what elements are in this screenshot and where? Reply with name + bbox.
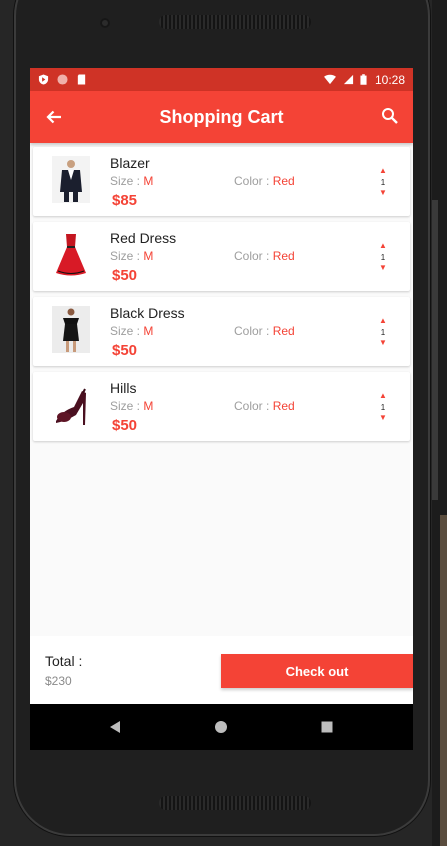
item-price: $85: [112, 192, 138, 209]
item-color: Color : Red: [234, 249, 295, 263]
recents-square-icon[interactable]: [321, 721, 333, 733]
wifi-icon: [324, 74, 336, 85]
circle-icon: [57, 74, 68, 85]
bottom-speaker: [159, 796, 311, 810]
decrease-qty-icon[interactable]: ▼: [379, 414, 387, 424]
cart-item[interactable]: Blazer Size : M Color : Red $85 ▲ 1 ▼: [33, 147, 410, 216]
cart-item[interactable]: Black Dress Size : M Color : Red $50 ▲ 1…: [33, 297, 410, 366]
item-name: Blazer: [110, 155, 150, 171]
shield-icon: [38, 74, 49, 85]
item-size: Size : M: [110, 249, 154, 263]
quantity-stepper: ▲ 1 ▼: [376, 242, 390, 282]
front-camera: [100, 18, 110, 28]
increase-qty-icon[interactable]: ▲: [379, 392, 387, 402]
increase-qty-icon[interactable]: ▲: [379, 317, 387, 327]
home-circle-icon[interactable]: [214, 720, 228, 734]
app-bar: Shopping Cart: [30, 91, 413, 143]
item-price: $50: [112, 267, 138, 284]
heels-image: [52, 381, 90, 428]
increase-qty-icon[interactable]: ▲: [379, 242, 387, 252]
search-icon[interactable]: [381, 107, 399, 125]
arrow-left-icon[interactable]: [45, 108, 63, 126]
blazer-image: [52, 156, 90, 203]
item-size: Size : M: [110, 174, 154, 188]
item-size: Size : M: [110, 399, 154, 413]
total-label: Total :: [45, 653, 83, 669]
item-name: Hills: [110, 380, 137, 396]
cart-item[interactable]: Red Dress Size : M Color : Red $50 ▲ 1 ▼: [33, 222, 410, 291]
item-price: $50: [112, 417, 138, 434]
quantity-stepper: ▲ 1 ▼: [376, 392, 390, 432]
black-dress-image: [52, 306, 90, 353]
increase-qty-icon[interactable]: ▲: [379, 167, 387, 177]
total-value: $230: [45, 674, 72, 688]
battery-icon: [360, 74, 367, 85]
quantity-stepper: ▲ 1 ▼: [376, 317, 390, 357]
top-speaker: [159, 15, 311, 29]
status-time: 10:28: [374, 72, 405, 87]
decrease-qty-icon[interactable]: ▼: [379, 264, 387, 274]
cart-item[interactable]: Hills Size : M Color : Red $50 ▲ 1 ▼: [33, 372, 410, 441]
decrease-qty-icon[interactable]: ▼: [379, 339, 387, 349]
quantity-stepper: ▲ 1 ▼: [376, 167, 390, 207]
page-title: Shopping Cart: [159, 106, 284, 127]
item-size: Size : M: [110, 324, 154, 338]
app-screen: 10:28 Shopping Cart Blazer Size : M Colo…: [30, 68, 413, 750]
background-edge-lower: [440, 515, 447, 846]
system-nav-bar: [30, 704, 413, 750]
item-color: Color : Red: [234, 174, 295, 188]
decrease-qty-icon[interactable]: ▼: [379, 189, 387, 199]
cart-footer: Total : $230 Check out: [30, 636, 413, 704]
item-price: $50: [112, 342, 138, 359]
signal-icon: [343, 74, 354, 85]
item-color: Color : Red: [234, 324, 295, 338]
red-dress-image: [52, 231, 90, 278]
cart-list: Blazer Size : M Color : Red $85 ▲ 1 ▼ Re…: [30, 143, 413, 441]
sd-card-icon: [77, 74, 86, 85]
back-triangle-icon[interactable]: [109, 720, 121, 734]
checkout-button[interactable]: Check out: [221, 654, 413, 688]
item-name: Red Dress: [110, 230, 177, 246]
item-name: Black Dress: [110, 305, 185, 321]
item-color: Color : Red: [234, 399, 295, 413]
status-bar: 10:28: [30, 68, 413, 91]
